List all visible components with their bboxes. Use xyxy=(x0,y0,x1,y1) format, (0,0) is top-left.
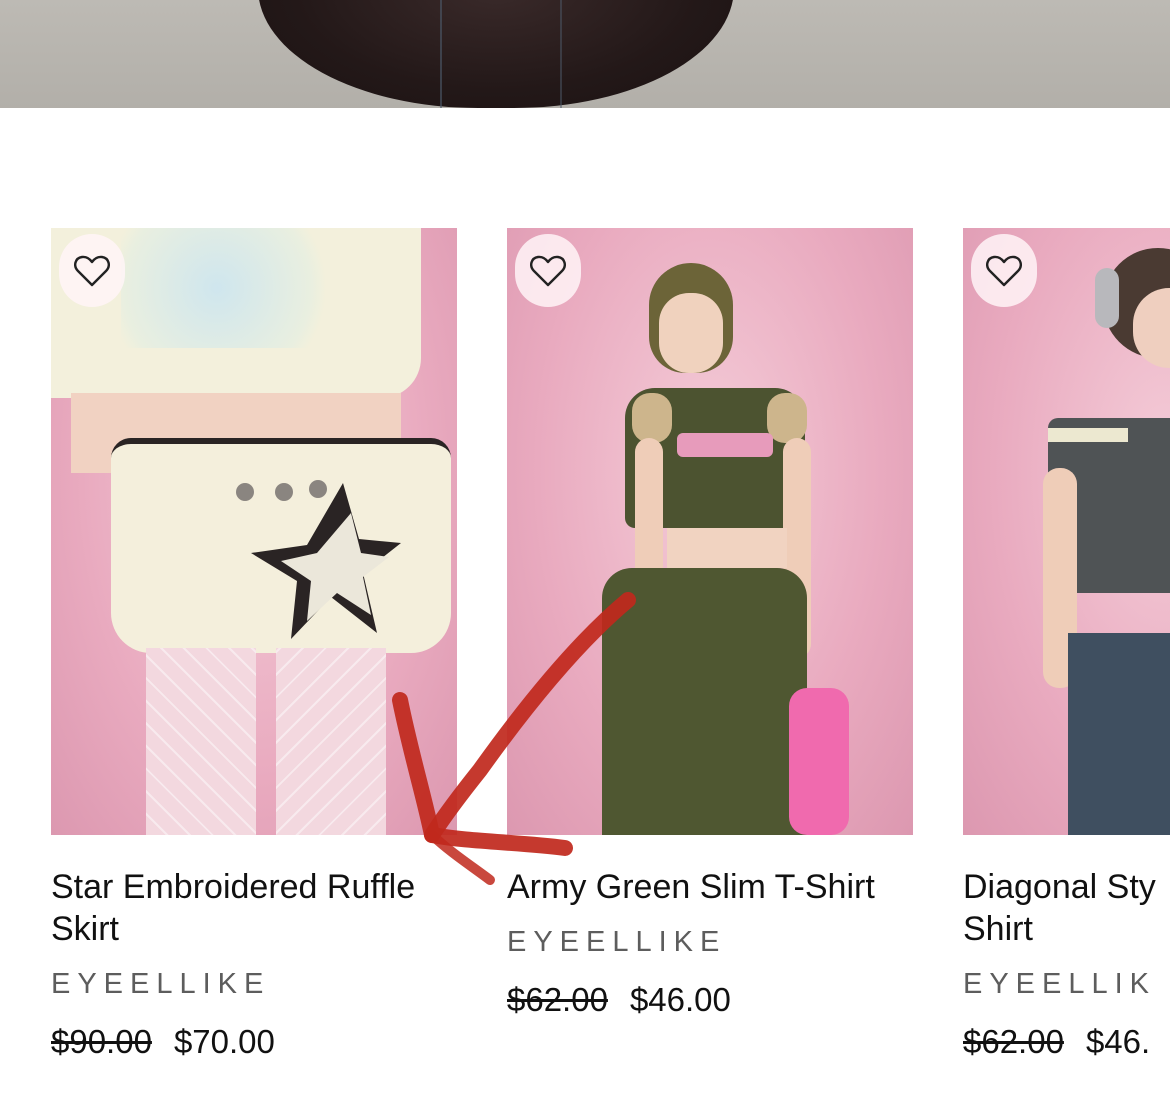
product-brand: EYEELLIKE xyxy=(507,926,727,958)
product-brand: EYEELLIK xyxy=(963,968,1157,1000)
price-sale: $46. xyxy=(1085,1023,1151,1060)
product-title[interactable]: Diagonal Sty Shirt xyxy=(963,866,1170,950)
product-image[interactable] xyxy=(963,228,1170,835)
heart-outline-icon xyxy=(74,255,110,286)
product-image[interactable] xyxy=(51,228,457,835)
wishlist-button[interactable] xyxy=(59,234,125,307)
product-card[interactable]: Army Green Slim T-Shirt EYEELLIKE $62.00… xyxy=(507,228,913,1019)
product-image[interactable] xyxy=(507,228,913,835)
hero-banner-image xyxy=(0,0,1170,108)
product-title[interactable]: Star Embroidered Ruffle Skirt xyxy=(51,866,457,950)
wishlist-button[interactable] xyxy=(971,234,1037,307)
price-sale: $46.00 xyxy=(629,981,731,1018)
product-card[interactable]: Diagonal Sty Shirt EYEELLIK $62.00 $46. xyxy=(963,228,1170,1061)
product-brand: EYEELLIKE xyxy=(51,968,271,1000)
product-price: $62.00 $46.00 xyxy=(507,981,913,1019)
price-original: $62.00 xyxy=(963,1023,1064,1060)
price-original: $90.00 xyxy=(51,1023,152,1060)
product-title[interactable]: Army Green Slim T-Shirt xyxy=(507,866,913,908)
wishlist-button[interactable] xyxy=(515,234,581,307)
hero-garment xyxy=(258,0,734,108)
product-price: $62.00 $46. xyxy=(963,1023,1170,1061)
price-sale: $70.00 xyxy=(173,1023,275,1060)
price-original: $62.00 xyxy=(507,981,608,1018)
heart-outline-icon xyxy=(986,255,1022,286)
product-card[interactable]: Star Embroidered Ruffle Skirt EYEELLIKE … xyxy=(51,228,457,1061)
star-patch xyxy=(251,483,401,639)
product-price: $90.00 $70.00 xyxy=(51,1023,457,1061)
heart-outline-icon xyxy=(530,255,566,286)
